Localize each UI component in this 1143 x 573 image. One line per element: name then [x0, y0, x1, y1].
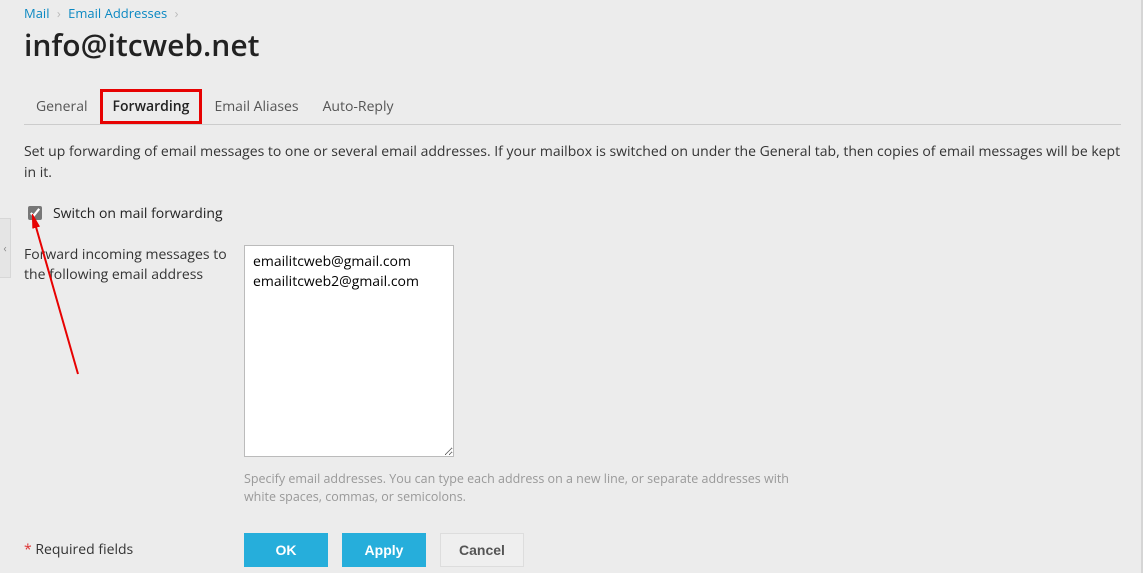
- main-panel: ‹ Mail › Email Addresses › info@itcweb.n…: [0, 0, 1143, 573]
- switch-forwarding-label: Switch on mail forwarding: [53, 204, 223, 223]
- collapse-sidebar-button[interactable]: ‹: [0, 218, 11, 278]
- required-fields-note: * Required fields: [24, 540, 133, 559]
- chevron-left-icon: ‹: [3, 241, 6, 256]
- forward-addresses-textarea[interactable]: [244, 245, 454, 457]
- apply-button[interactable]: Apply: [342, 533, 426, 567]
- switch-forwarding-checkbox[interactable]: [28, 206, 42, 220]
- tab-forwarding[interactable]: Forwarding: [100, 89, 203, 124]
- asterisk-icon: *: [24, 540, 32, 559]
- tab-email-aliases[interactable]: Email Aliases: [202, 89, 310, 124]
- ok-button[interactable]: OK: [244, 533, 328, 567]
- description-text: Set up forwarding of email messages to o…: [24, 141, 1121, 183]
- tabs: General Forwarding Email Aliases Auto-Re…: [24, 89, 1121, 125]
- breadcrumb-mail[interactable]: Mail: [24, 4, 49, 22]
- tab-auto-reply[interactable]: Auto-Reply: [311, 89, 406, 124]
- chevron-right-icon: ›: [175, 4, 179, 22]
- breadcrumb-email-addresses[interactable]: Email Addresses: [68, 4, 167, 22]
- forward-addresses-label: Forward incoming messages to the followi…: [24, 245, 244, 505]
- tab-general[interactable]: General: [24, 89, 100, 124]
- chevron-right-icon: ›: [57, 4, 61, 22]
- action-buttons: OK Apply Cancel: [244, 533, 1121, 567]
- page-title: info@itcweb.net: [24, 24, 1121, 65]
- breadcrumb: Mail › Email Addresses ›: [24, 4, 1121, 22]
- forward-addresses-helper: Specify email addresses. You can type ea…: [244, 470, 814, 505]
- cancel-button[interactable]: Cancel: [440, 533, 524, 567]
